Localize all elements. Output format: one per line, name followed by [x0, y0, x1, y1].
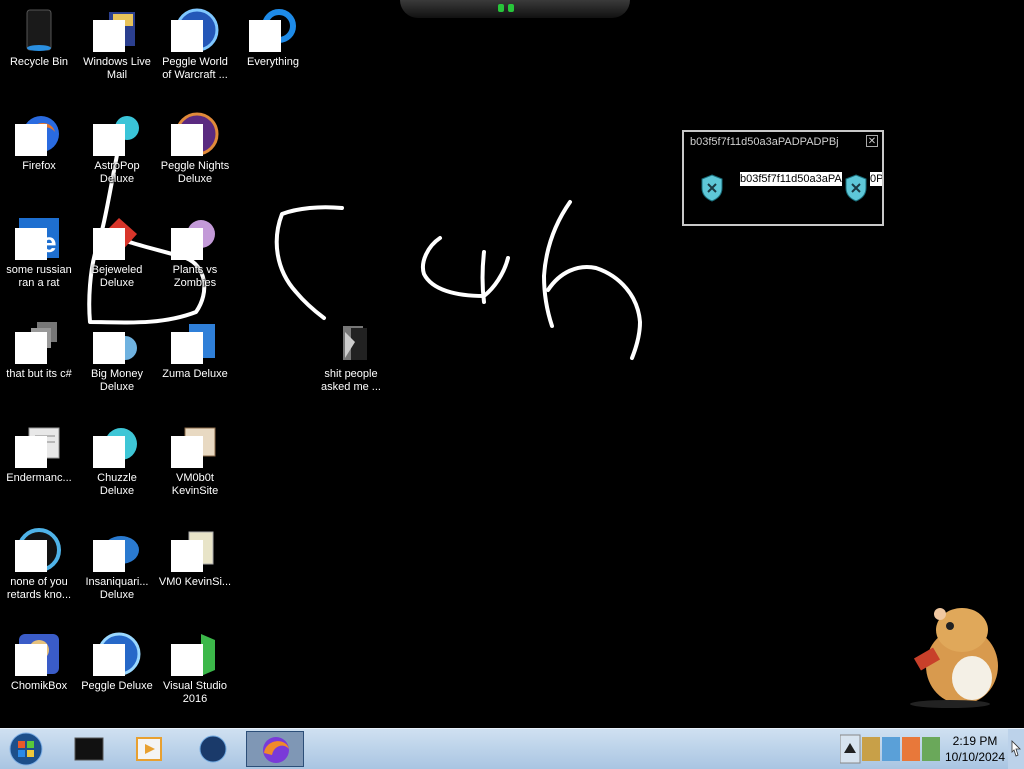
- desktop-icon-windows-live-mail[interactable]: Windows Live Mail: [78, 0, 156, 82]
- desktop-icon-that-but-its-csharp[interactable]: that but its c#: [0, 312, 78, 381]
- redaction-box: [15, 124, 47, 156]
- taskbar-button-firefox[interactable]: [246, 731, 304, 767]
- desktop-icon-label: Peggle Deluxe: [81, 680, 153, 692]
- desktop-icon-vm0-kevinsi[interactable]: VM0 KevinSi...: [156, 520, 234, 589]
- drawing-stroke: [421, 236, 510, 298]
- taskbar-button-terminal[interactable]: [60, 731, 118, 767]
- redaction-box: [15, 540, 47, 572]
- desktop-icon-label: Chuzzle Deluxe: [97, 472, 137, 497]
- desktop[interactable]: Recycle Bin Firefox e some russian ran a…: [0, 0, 1024, 728]
- desktop-icon-peggle-world-of-warcraft[interactable]: Peggle World of Warcraft ...: [156, 0, 234, 82]
- redaction-box: [15, 644, 47, 676]
- redaction-box: [15, 436, 47, 468]
- desktop-icon-chomikbox[interactable]: ChomikBox: [0, 624, 78, 693]
- redaction-box: [93, 20, 125, 52]
- taskbar-button-media-player[interactable]: [120, 731, 178, 767]
- drawing-stroke: [274, 205, 344, 320]
- redaction-box: [93, 644, 125, 676]
- desktop-icon-label: Peggle Nights Deluxe: [160, 160, 230, 185]
- desktop-icon-firefox[interactable]: Firefox: [0, 104, 78, 173]
- globe-icon: [199, 735, 227, 763]
- desktop-icon-label: Windows Live Mail: [83, 56, 151, 81]
- desktop-icon-chuzzle[interactable]: Chuzzle Deluxe: [78, 416, 156, 498]
- close-button[interactable]: ✕: [866, 135, 878, 147]
- desktop-icon-plants-vs-zombies[interactable]: Plants vs Zombies: [156, 208, 234, 290]
- desktop-icon-everything[interactable]: Everything: [234, 0, 312, 69]
- drawing-stroke: [546, 265, 642, 360]
- desktop-icon-bejeweled[interactable]: Bejeweled Deluxe: [78, 208, 156, 290]
- desktop-icon-astropop[interactable]: AstroPop Deluxe: [78, 104, 156, 186]
- redaction-box: [171, 436, 203, 468]
- popup-title: b03f5f7f11d50a3aPADPADPBj: [690, 136, 839, 148]
- taskbar-button-globe[interactable]: [184, 731, 242, 767]
- desktop-icon-vm0b0t-kevinsite[interactable]: VM0b0t KevinSite: [156, 416, 234, 498]
- redaction-box: [93, 332, 125, 364]
- desktop-icon-label: ChomikBox: [10, 680, 68, 692]
- redaction-box: [93, 436, 125, 468]
- clock-date: 10/10/2024: [944, 750, 1006, 764]
- desktop-icon-label: Endermanc...: [6, 472, 72, 484]
- desktop-icon-label: VM0 KevinSi...: [158, 576, 232, 588]
- desktop-icon-label: Peggle World of Warcraft ...: [162, 56, 228, 81]
- redaction-box: [171, 332, 203, 364]
- redaction-box: [171, 228, 203, 260]
- desktop-icon-label: some russian ran a rat: [6, 264, 72, 289]
- redaction-box: [171, 124, 203, 156]
- desktop-icon-peggle-nights[interactable]: Peggle Nights Deluxe: [156, 104, 234, 186]
- desktop-icon-label: Plants vs Zombies: [172, 264, 218, 289]
- desktop-icon-label: Zuma Deluxe: [162, 368, 228, 380]
- desktop-icon-label: Big Money Deluxe: [91, 368, 143, 393]
- desktop-icon-visual-studio[interactable]: Visual Studio 2016: [156, 624, 234, 706]
- desktop-icon-label: VM0b0t KevinSite: [171, 472, 219, 497]
- desktop-icon-label: none of you retards kno...: [6, 576, 72, 601]
- show-desktop-button[interactable]: [1008, 729, 1024, 769]
- desktop-icon-label: that but its c#: [6, 368, 72, 380]
- firefox-icon: [263, 737, 289, 763]
- clock[interactable]: 2:19 PM 10/10/2024: [942, 733, 1008, 765]
- redaction-box: [93, 124, 125, 156]
- redaction-box: [249, 20, 281, 52]
- system-tray[interactable]: [840, 731, 942, 767]
- desktop-icon-peggle-deluxe[interactable]: Peggle Deluxe: [78, 624, 156, 693]
- desktop-icon-label: Firefox: [22, 160, 56, 172]
- redaction-box: [171, 20, 203, 52]
- redaction-box: [171, 644, 203, 676]
- desktop-icon-label: Everything: [247, 56, 299, 68]
- desktop-icon-none-of-you[interactable]: none of you retards kno...: [0, 520, 78, 602]
- hamster-mascot[interactable]: [900, 600, 1010, 710]
- desktop-icon-label: AstroPop Deluxe: [94, 160, 140, 185]
- start-button[interactable]: [6, 731, 46, 767]
- redaction-box: [15, 228, 47, 260]
- desktop-icon-label: Visual Studio 2016: [162, 680, 227, 705]
- desktop-icon-insaniquarium[interactable]: Insaniquari... Deluxe: [78, 520, 156, 602]
- redaction-box: [15, 332, 47, 364]
- desktop-icon-zuma[interactable]: Zuma Deluxe: [156, 312, 234, 381]
- shield-icon: [701, 174, 723, 202]
- desktop-icon-endermanc[interactable]: Endermanc...: [0, 416, 78, 485]
- shield-icon: [845, 174, 867, 202]
- desktop-icon-label: Insaniquari... Deluxe: [85, 576, 149, 601]
- folder-icon: [343, 326, 367, 360]
- hash-field[interactable]: b03f5f7f11d50a3aPA: [740, 172, 842, 186]
- desktop-icon-label: Recycle Bin: [9, 56, 69, 68]
- desktop-icon-recycle-bin[interactable]: Recycle Bin: [0, 0, 78, 69]
- hash-popup-window[interactable]: b03f5f7f11d50a3aPADPADPBj ✕ b03f5f7f11d5…: [682, 130, 884, 226]
- desktop-icon-big-money[interactable]: Big Money Deluxe: [78, 312, 156, 394]
- desktop-icon-shit-people-asked-me[interactable]: shit people asked me ...: [312, 312, 390, 394]
- desktop-icon-label: Bejeweled Deluxe: [91, 264, 143, 289]
- drawing-stroke: [542, 200, 572, 328]
- recycle-bin-icon: [26, 9, 52, 51]
- media-player-icon: [136, 737, 162, 761]
- redaction-box: [171, 540, 203, 572]
- taskbar[interactable]: 2:19 PM 10/10/2024: [0, 728, 1024, 769]
- terminal-icon: [74, 737, 104, 761]
- desktop-icon-some-russian-ran-a-rat[interactable]: e some russian ran a rat: [0, 208, 78, 290]
- popup-titlebar[interactable]: b03f5f7f11d50a3aPADPADPBj ✕: [684, 132, 882, 152]
- desktop-icon-label: shit people asked me ...: [321, 368, 381, 393]
- drawing-stroke: [480, 250, 486, 304]
- redaction-box: [93, 228, 125, 260]
- hash-field-right[interactable]: 0P: [870, 172, 882, 186]
- redaction-box: [93, 540, 125, 572]
- clock-time: 2:19 PM: [952, 734, 998, 748]
